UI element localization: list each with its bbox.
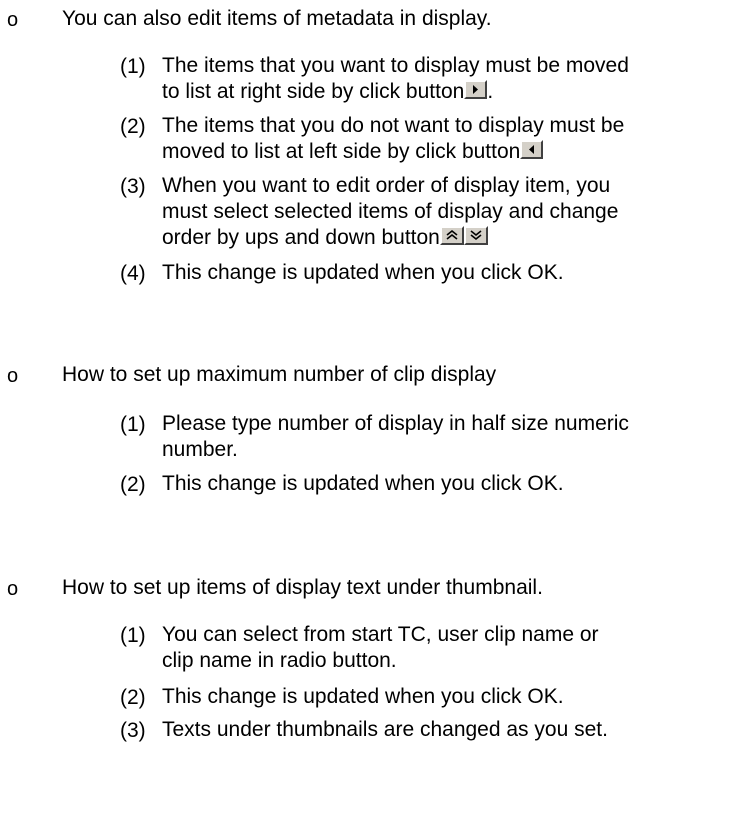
item-number: (2)	[120, 686, 146, 709]
item-number: (4)	[120, 262, 146, 285]
item-text: This change is updated when you click OK…	[162, 471, 746, 497]
bullet-marker: o	[7, 578, 19, 600]
item-line-text: moved to list at left side by click butt…	[162, 140, 521, 163]
item-number: (3)	[120, 719, 146, 742]
item-number: (1)	[120, 624, 146, 647]
move-down-button[interactable]	[463, 226, 488, 245]
item-line: number.	[162, 438, 238, 461]
item-line-text: .	[487, 80, 494, 103]
item-line: This change is updated when you click OK…	[162, 685, 564, 708]
move-down-double-chevron-icon	[470, 230, 482, 241]
item-text: The items that you want to display must …	[162, 53, 746, 105]
move-up-double-chevron-icon	[446, 229, 458, 240]
item-line: When you want to edit order of display i…	[162, 174, 611, 197]
item-text: The items that you do not want to displa…	[162, 113, 746, 165]
item-line-text: order by ups and down button	[162, 226, 440, 249]
item-line: The items that you do not want to displa…	[162, 114, 625, 137]
item-line: clip name in radio button.	[162, 649, 397, 672]
item-text: Texts under thumbnails are changed as yo…	[162, 717, 746, 743]
item-line: moved to list at left side by click butt…	[162, 139, 746, 165]
item-number: (2)	[120, 473, 146, 496]
item-line: Texts under thumbnails are changed as yo…	[162, 718, 608, 741]
item-line: must select selected items of display an…	[162, 200, 619, 223]
item-line: This change is updated when you click OK…	[162, 261, 564, 284]
item-text: This change is updated when you click OK…	[162, 260, 746, 286]
bullet-marker: o	[7, 365, 19, 387]
item-line-text: to list at right side by click button	[162, 80, 465, 103]
item-line: You can select from start TC, user clip …	[162, 623, 599, 646]
item-number: (2)	[120, 115, 146, 138]
item-text: You can select from start TC, user clip …	[162, 622, 746, 674]
section-heading: How to set up maximum number of clip dis…	[62, 363, 497, 386]
move-left-button[interactable]	[520, 140, 544, 159]
item-line: The items that you want to display must …	[162, 54, 629, 77]
bullet-marker: o	[7, 9, 19, 31]
item-number: (3)	[120, 175, 146, 198]
section-heading: You can also edit items of metadata in d…	[62, 7, 492, 30]
item-number: (1)	[120, 413, 146, 436]
move-left-arrow-icon	[529, 145, 535, 154]
item-line: This change is updated when you click OK…	[162, 472, 564, 495]
item-line: order by ups and down button	[162, 225, 746, 251]
item-line: to list at right side by click button.	[162, 79, 746, 105]
item-text: When you want to edit order of display i…	[162, 173, 746, 251]
move-up-button[interactable]	[439, 226, 464, 245]
item-line: Please type number of display in half si…	[162, 412, 629, 435]
section-heading: How to set up items of display text unde…	[62, 576, 543, 599]
move-right-arrow-icon	[473, 85, 479, 94]
move-right-button[interactable]	[464, 80, 488, 99]
item-text: This change is updated when you click OK…	[162, 684, 746, 710]
item-text: Please type number of display in half si…	[162, 411, 746, 463]
item-number: (1)	[120, 55, 146, 78]
